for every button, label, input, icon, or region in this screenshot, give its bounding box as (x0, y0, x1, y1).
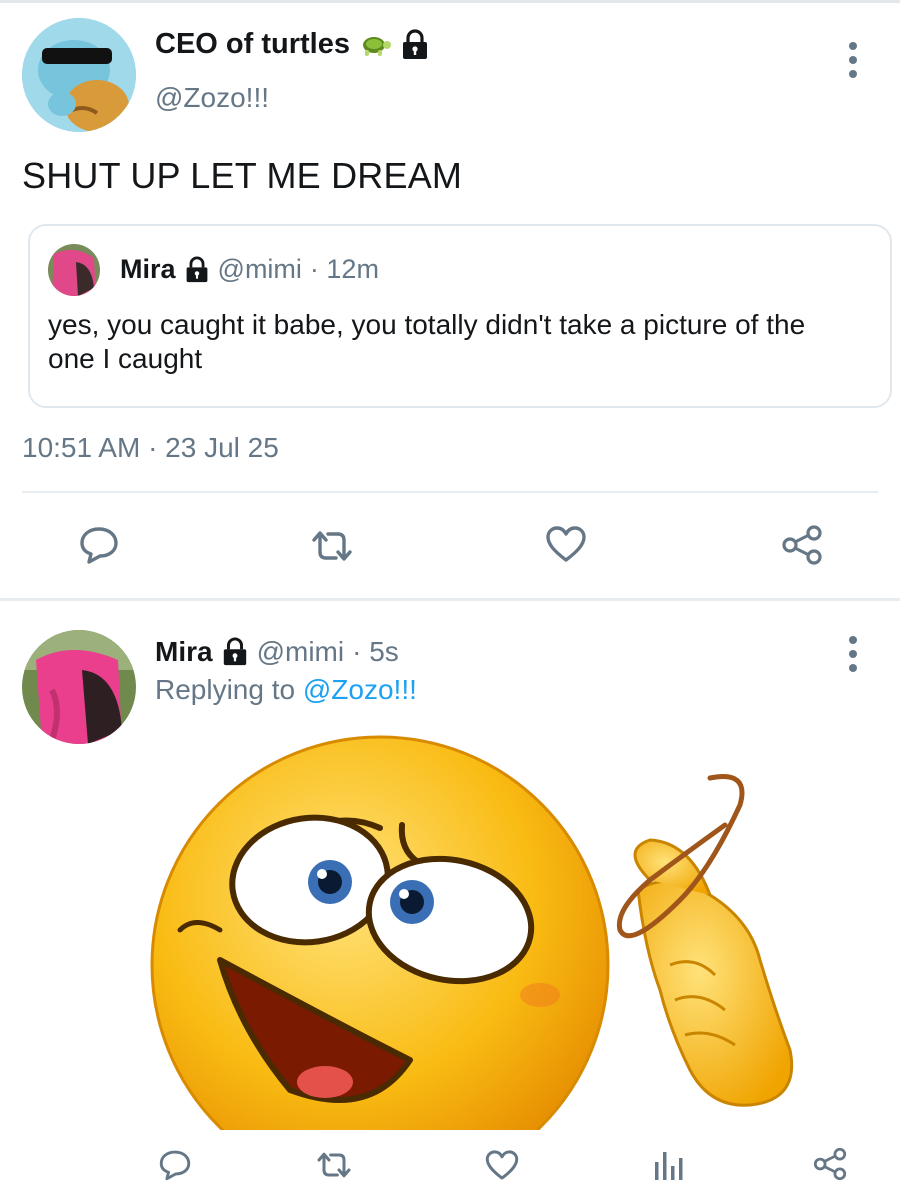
share-icon[interactable] (780, 524, 824, 566)
more-options-icon[interactable] (848, 636, 858, 672)
top-separator (0, 0, 900, 3)
replying-to-link[interactable]: @Zozo!!! (303, 674, 417, 705)
quoted-tweet-card[interactable]: Mira @mimi · 12m yes, you caught it babe… (28, 224, 892, 408)
attached-image-emoji[interactable] (150, 730, 850, 1130)
quoted-display-name: Mira (120, 254, 176, 284)
more-options-icon[interactable] (848, 42, 858, 78)
tweet-timestamp: 10:51 AM · 23 Jul 25 (22, 432, 279, 463)
share-icon[interactable] (812, 1146, 848, 1182)
retweet-icon[interactable] (314, 1150, 354, 1180)
analytics-icon[interactable] (652, 1146, 686, 1182)
quoted-age: · 12m (309, 254, 379, 284)
reply-author-avatar[interactable] (22, 630, 136, 744)
timestamp-divider (22, 491, 878, 493)
quoted-handle: @mimi (217, 254, 302, 284)
turtle-emoji (362, 36, 391, 56)
author-display-name[interactable]: CEO of turtles (155, 28, 350, 61)
retweet-icon[interactable] (308, 528, 356, 564)
reply-handle[interactable]: @mimi (257, 636, 345, 668)
reply-age: · 5s (352, 636, 399, 667)
reply-display-name[interactable]: Mira (155, 636, 213, 668)
author-avatar[interactable] (22, 18, 136, 132)
replying-prefix: Replying to (155, 674, 303, 705)
replying-to-line: Replying to @Zozo!!! (155, 674, 417, 706)
like-icon[interactable] (544, 524, 588, 564)
tweet-text: SHUT UP LET ME DREAM (22, 155, 463, 196)
reply-icon[interactable] (158, 1148, 192, 1182)
quoted-author-avatar (48, 244, 100, 296)
tweet-separator (0, 598, 900, 601)
like-icon[interactable] (484, 1148, 520, 1182)
lock-icon (223, 637, 246, 666)
quoted-text: yes, you caught it babe, you totally did… (48, 309, 806, 374)
lock-icon (186, 255, 207, 282)
reply-icon[interactable] (78, 525, 120, 565)
lock-icon (402, 28, 427, 59)
author-handle[interactable]: @Zozo!!! (155, 82, 269, 114)
